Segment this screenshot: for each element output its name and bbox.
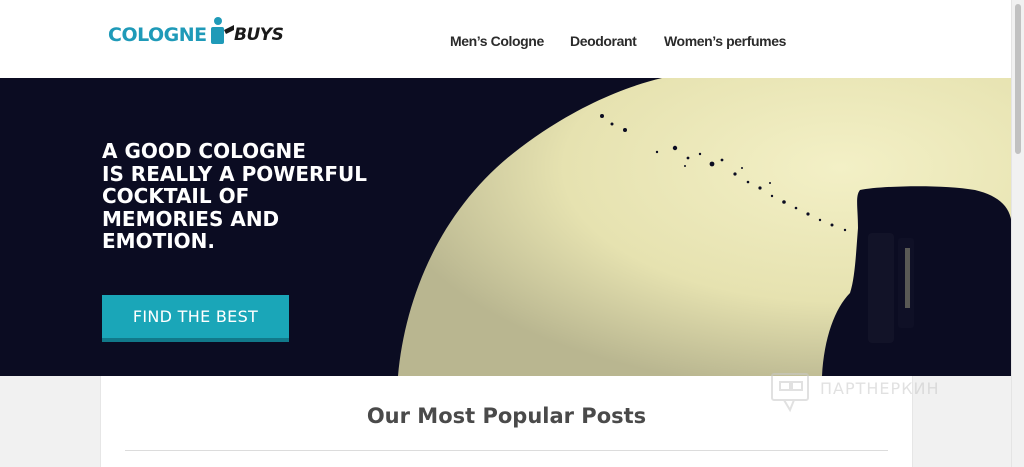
chat-bubble-icon	[771, 373, 809, 413]
logo-text-cologne: COLOGNE	[108, 24, 207, 46]
nav-item-womens-perfumes[interactable]: Women’s perfumes	[664, 33, 786, 49]
section-divider	[125, 450, 888, 451]
logo-figure-icon	[211, 17, 234, 44]
site-header: COLOGNE BUYS Men’s Cologne Deodorant Wom…	[0, 0, 1012, 78]
headline-line: EMOTION.	[102, 229, 215, 253]
headline-line: A GOOD COLOGNE	[102, 139, 306, 163]
hero-headline: A GOOD COLOGNE IS REALLY A POWERFUL COCK…	[102, 140, 402, 253]
page-scrollbar[interactable]	[1011, 0, 1024, 467]
watermark-text: ПАРТНЕРКИН	[820, 379, 940, 398]
find-the-best-button[interactable]: FIND THE BEST	[102, 295, 289, 342]
site-logo[interactable]: COLOGNE BUYS	[108, 16, 290, 50]
scrollbar-thumb[interactable]	[1015, 4, 1021, 154]
headline-line: MEMORIES AND	[102, 206, 280, 231]
nav-item-deodorant[interactable]: Deodorant	[570, 33, 637, 49]
watermark: ПАРТНЕРКИН	[770, 372, 980, 416]
hero-banner: A GOOD COLOGNE IS REALLY A POWERFUL COCK…	[0, 78, 1012, 376]
headline-line: IS REALLY A POWERFUL	[102, 161, 368, 186]
headline-line: COCKTAIL OF	[102, 184, 250, 208]
nav-item-mens-cologne[interactable]: Men’s Cologne	[450, 33, 544, 49]
logo-text-buys: BUYS	[234, 25, 284, 45]
